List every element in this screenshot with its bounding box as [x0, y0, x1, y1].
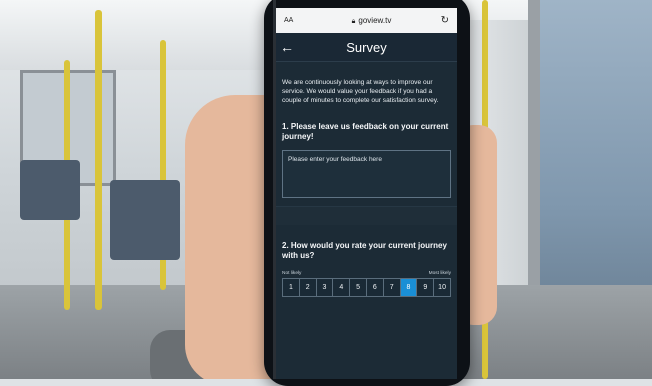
survey-content: We are continuously looking at ways to i… — [276, 78, 457, 297]
rating-option-2[interactable]: 2 — [299, 278, 317, 296]
section-divider — [276, 205, 457, 225]
tram-seat — [110, 180, 180, 260]
text-size-button[interactable]: AA — [284, 17, 308, 24]
rating-scale: 1 2 3 4 5 6 7 8 9 10 — [282, 277, 451, 297]
browser-address-bar[interactable]: AA 🔒︎ goview.tv ↻ — [276, 8, 457, 33]
rating-option-4[interactable]: 4 — [333, 278, 351, 296]
rating-scale-labels: Not likely Most likely — [282, 271, 451, 276]
rating-option-7[interactable]: 7 — [383, 278, 401, 296]
question-2-label: 2. How would you rate your current journ… — [282, 240, 447, 261]
rating-option-10[interactable]: 10 — [434, 278, 450, 296]
back-arrow-icon[interactable]: ← — [276, 39, 298, 55]
reload-icon[interactable]: ↻ — [435, 15, 449, 26]
rating-option-6[interactable]: 6 — [366, 278, 384, 296]
page-title: Survey — [346, 39, 387, 55]
rating-option-3[interactable]: 3 — [316, 278, 334, 296]
lock-icon: 🔒︎ — [351, 17, 356, 25]
phone-screen: AA 🔒︎ goview.tv ↻ ← Survey We are continu… — [276, 8, 457, 379]
tram-seat — [20, 160, 80, 220]
feedback-textarea[interactable]: Please enter your feedback here — [282, 149, 451, 198]
feedback-placeholder: Please enter your feedback here — [288, 155, 382, 163]
rating-option-9[interactable]: 9 — [417, 278, 435, 296]
question-1-label: 1. Please leave us feedback on your curr… — [282, 121, 449, 142]
rating-high-label: Most likely — [428, 270, 451, 276]
page-header: ← Survey — [276, 33, 457, 62]
rating-option-5[interactable]: 5 — [350, 278, 367, 296]
url-display[interactable]: 🔒︎ goview.tv — [308, 16, 435, 26]
url-text: goview.tv — [358, 15, 392, 25]
rating-low-label: Not likely — [282, 270, 302, 276]
rating-option-8[interactable]: 8 — [400, 278, 418, 296]
handrail-pole — [95, 10, 102, 310]
rating-option-1[interactable]: 1 — [283, 278, 300, 296]
survey-intro-text: We are continuously looking at ways to i… — [282, 79, 439, 105]
